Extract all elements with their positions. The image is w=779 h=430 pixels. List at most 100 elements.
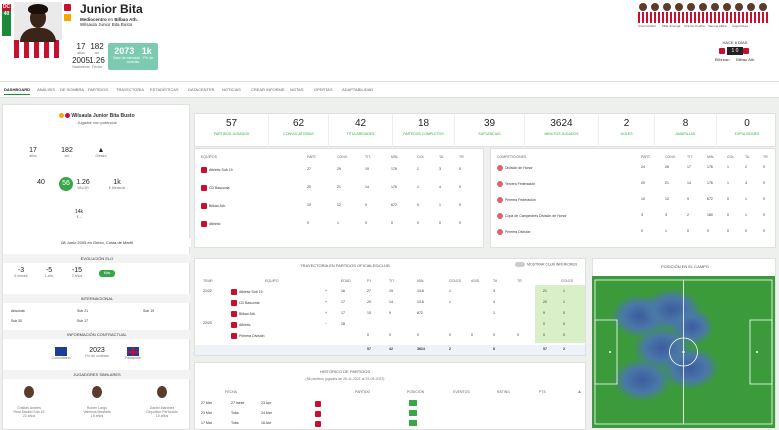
table-cell: 0 <box>449 333 451 337</box>
section-international: INTERNACIONAL <box>3 294 191 303</box>
table-cell: 672 <box>707 197 713 201</box>
competition-name: Primera Federación <box>505 197 536 202</box>
teammate-avatar[interactable] <box>674 3 684 23</box>
table-cell: 0 <box>307 221 309 225</box>
last-match[interactable]: HACE 6 DÍAS 1 0 Ellbrean Bilbao Ath. <box>696 40 774 72</box>
table-cell: + <box>325 311 328 315</box>
team-row-name[interactable]: Athletic <box>201 221 220 227</box>
tab-adaptabilidad[interactable]: Adaptabilidad <box>342 87 373 92</box>
table-cell: 0 <box>459 167 461 171</box>
table-cell: 2 <box>745 165 747 169</box>
table-cell: 14 <box>365 185 369 189</box>
teammate-avatar[interactable] <box>686 3 696 23</box>
table-cell: 0 <box>365 221 367 225</box>
tab-notas[interactable]: Notas <box>290 87 303 92</box>
heatmap-title: POSICIÓN EN EL CAMPO <box>661 264 709 269</box>
evolution-more-button[interactable]: Más <box>99 270 115 277</box>
history-subtitle: (56 partidos jugados de 29-11-2021 al 29… <box>305 377 385 381</box>
table-cell: 21 <box>543 289 547 293</box>
history-opponent[interactable]: Toba <box>231 411 239 415</box>
table-cell: 0 <box>563 333 565 337</box>
similar-player[interactable]: Rubén Largo Valencia Mestalla 19 años <box>75 386 119 418</box>
trajectory-team[interactable]: CD Basconia <box>231 300 259 306</box>
teammate-avatar[interactable] <box>638 3 648 23</box>
similar-player[interactable]: Cristian Andrés Real Madrid Sub 19 22 años <box>9 386 49 418</box>
teammate-avatar[interactable] <box>650 3 660 23</box>
table-cell: 0 <box>763 181 765 185</box>
trajectory-team[interactable]: Primera División <box>231 333 264 339</box>
teammate-avatar[interactable] <box>746 3 756 23</box>
teammate-avatar[interactable] <box>698 3 708 23</box>
flag-icon <box>64 14 71 21</box>
table-cell: 0 <box>543 333 545 337</box>
team-name: Bilbao Ath. <box>209 203 226 208</box>
competition-row-name[interactable]: Primera División <box>497 229 627 235</box>
competition-name: División de Honor <box>505 165 533 170</box>
table-cell: − <box>325 322 328 326</box>
table-cell: 1/16 <box>417 289 424 293</box>
team-name: Primera División <box>239 333 265 338</box>
team-row-name[interactable]: CD Basconia <box>201 185 229 191</box>
teammate-avatar[interactable] <box>722 3 732 23</box>
history-opponent[interactable]: Toba <box>231 421 239 425</box>
table-cell: 14 <box>687 181 691 185</box>
club-crest-icon <box>64 4 71 11</box>
table-cell: 0 <box>563 322 565 326</box>
tab-dashboard[interactable]: Dashboard <box>4 87 30 95</box>
table-cell: 1 <box>337 221 339 225</box>
teammates-strip: Chemiohelba Milla Jimenga Chimbo Pedrita… <box>626 1 776 31</box>
tab-estadisticas[interactable]: Estadísticas <box>150 87 179 92</box>
tab-ofertas[interactable]: Ofertas <box>314 87 333 92</box>
toggle-switch[interactable] <box>515 262 525 267</box>
table-cell: 0 <box>391 221 393 225</box>
section-similar: JUGADORES SIMILARES <box>3 370 191 379</box>
tab-partidos[interactable]: Partidos <box>88 87 108 92</box>
total-cell: 42 <box>389 347 393 351</box>
teammate-avatar[interactable] <box>734 3 744 23</box>
total-cell: 57 <box>543 347 547 351</box>
teammate-avatar[interactable] <box>758 3 768 23</box>
tab-crear-informe[interactable]: Crear Informe <box>251 87 285 92</box>
table-cell: 0 <box>641 229 643 233</box>
trophy-icon <box>497 181 503 187</box>
competition-row-name[interactable]: Copa de Campeones División de Honor <box>497 213 627 219</box>
table-cell: 2 <box>687 213 689 217</box>
teammate-avatar[interactable] <box>710 3 720 23</box>
position-badge <box>409 420 417 426</box>
tab-sombra[interactable]: De Sombra <box>60 87 84 92</box>
table-cell: + <box>325 300 328 304</box>
table-cell: 1 <box>449 300 451 304</box>
competition-row-name[interactable]: Tercera Federación <box>497 181 627 187</box>
teammate-avatar[interactable] <box>662 3 672 23</box>
table-cell: 0 <box>727 197 729 201</box>
table-cell: 27 <box>367 289 371 293</box>
trajectory-team[interactable]: Bilbao Ath. <box>231 311 256 317</box>
history-opponent[interactable]: 27 Inese <box>231 401 244 405</box>
scroll-up-icon[interactable]: ▲ <box>577 389 582 395</box>
competitions-table: Competiciones Part. Conv. Tit. Min. Gol … <box>490 148 776 248</box>
trajectory-team[interactable]: Athletic Sub 19 <box>231 289 263 295</box>
tab-noticias[interactable]: Noticias <box>222 87 241 92</box>
tab-trayectoria[interactable]: Trayectoria <box>116 87 144 92</box>
trajectory-team[interactable]: Athletic <box>231 322 250 328</box>
table-cell: 26 <box>665 165 669 169</box>
competition-row-name[interactable]: Primera Federación <box>497 197 627 203</box>
table-cell: 16 <box>341 289 345 293</box>
table-cell: 20 <box>641 181 645 185</box>
position-badge <box>409 410 417 416</box>
team-row-name[interactable]: Bilbao Ath. <box>201 203 226 209</box>
table-cell: 4 <box>493 300 495 304</box>
team-crest-icon <box>201 203 207 209</box>
table-cell: 176 <box>707 181 713 185</box>
lower-clubs-toggle[interactable]: MOSTRAR CLUB INFERIORES <box>515 262 577 267</box>
player-fullname: Wilsaula Junior Bita Busto <box>80 22 133 27</box>
team-name: Bilbao Ath. <box>239 311 256 316</box>
similar-player[interactable]: Daniel Martínez Deportivo Perforado 19 año… <box>139 386 185 418</box>
tab-analisis[interactable]: Análisis <box>37 87 55 92</box>
team-row-name[interactable]: Athletic Sub 19 <box>201 167 233 173</box>
competition-row-name[interactable]: División de Honor <box>497 165 627 171</box>
table-cell: 0 <box>493 333 495 337</box>
tab-datacenter[interactable]: Datacenter <box>188 87 215 92</box>
table-cell: 21 <box>665 181 669 185</box>
uk-flag-icon <box>127 347 139 356</box>
